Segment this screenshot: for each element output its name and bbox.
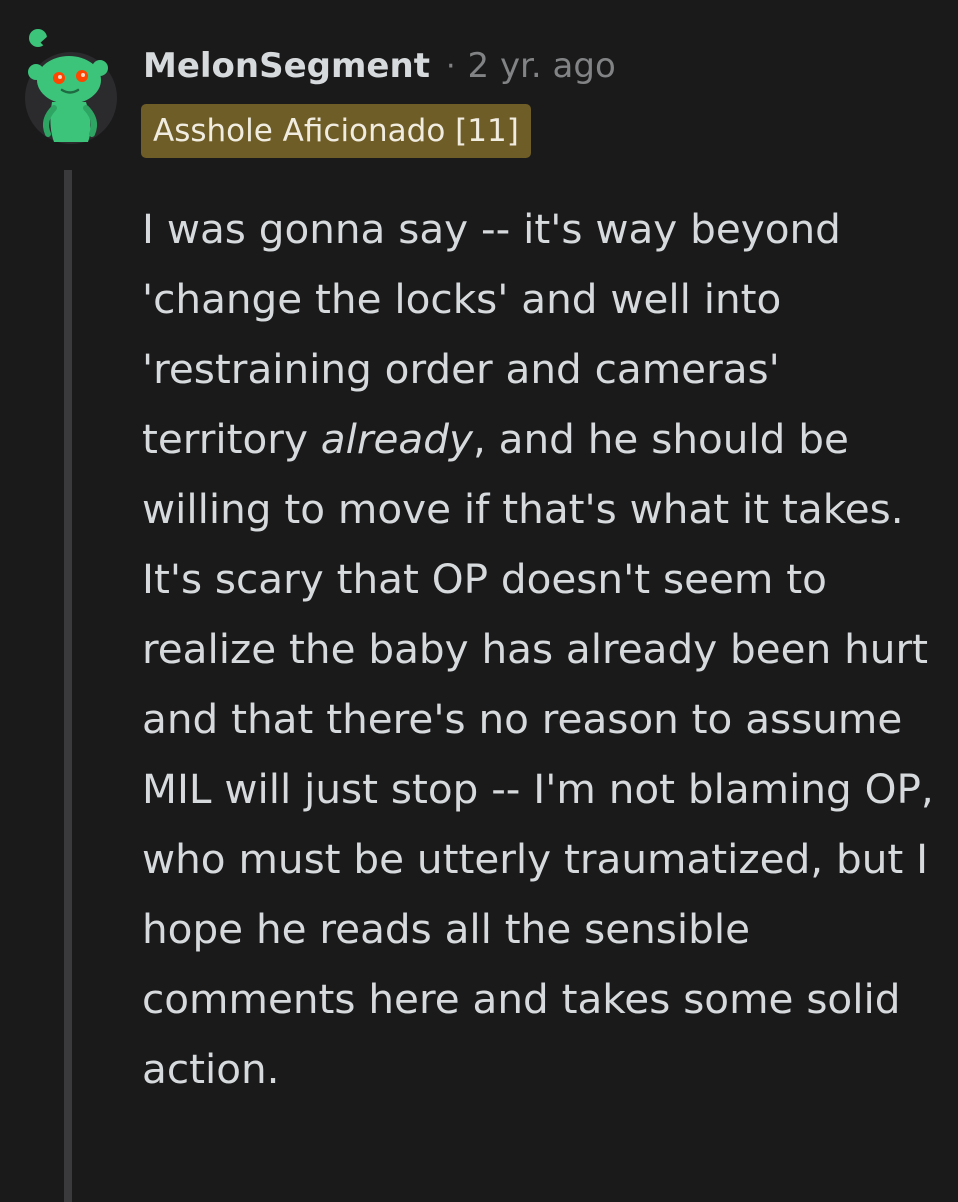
snoo-avatar-icon [25, 23, 117, 144]
username-link[interactable]: MelonSegment [143, 46, 430, 86]
comment-text-part2: , and he should be willing to move if th… [142, 415, 934, 1093]
comment-paragraph: I was gonna say -- it's way beyond 'chan… [142, 194, 942, 1104]
comment-header: MelonSegment · 2 yr. ago [143, 44, 616, 88]
meta-separator: · [445, 48, 456, 84]
thread-collapse-line[interactable] [64, 170, 72, 1202]
user-avatar[interactable] [22, 22, 120, 144]
comment-body: I was gonna say -- it's way beyond 'chan… [142, 194, 942, 1104]
timestamp-link[interactable]: 2 yr. ago [468, 46, 616, 86]
comment-text-emphasis: already [320, 415, 473, 463]
user-flair: Asshole Aficionado [11] [141, 104, 531, 158]
comment: MelonSegment · 2 yr. ago Asshole Aficion… [0, 0, 958, 1202]
